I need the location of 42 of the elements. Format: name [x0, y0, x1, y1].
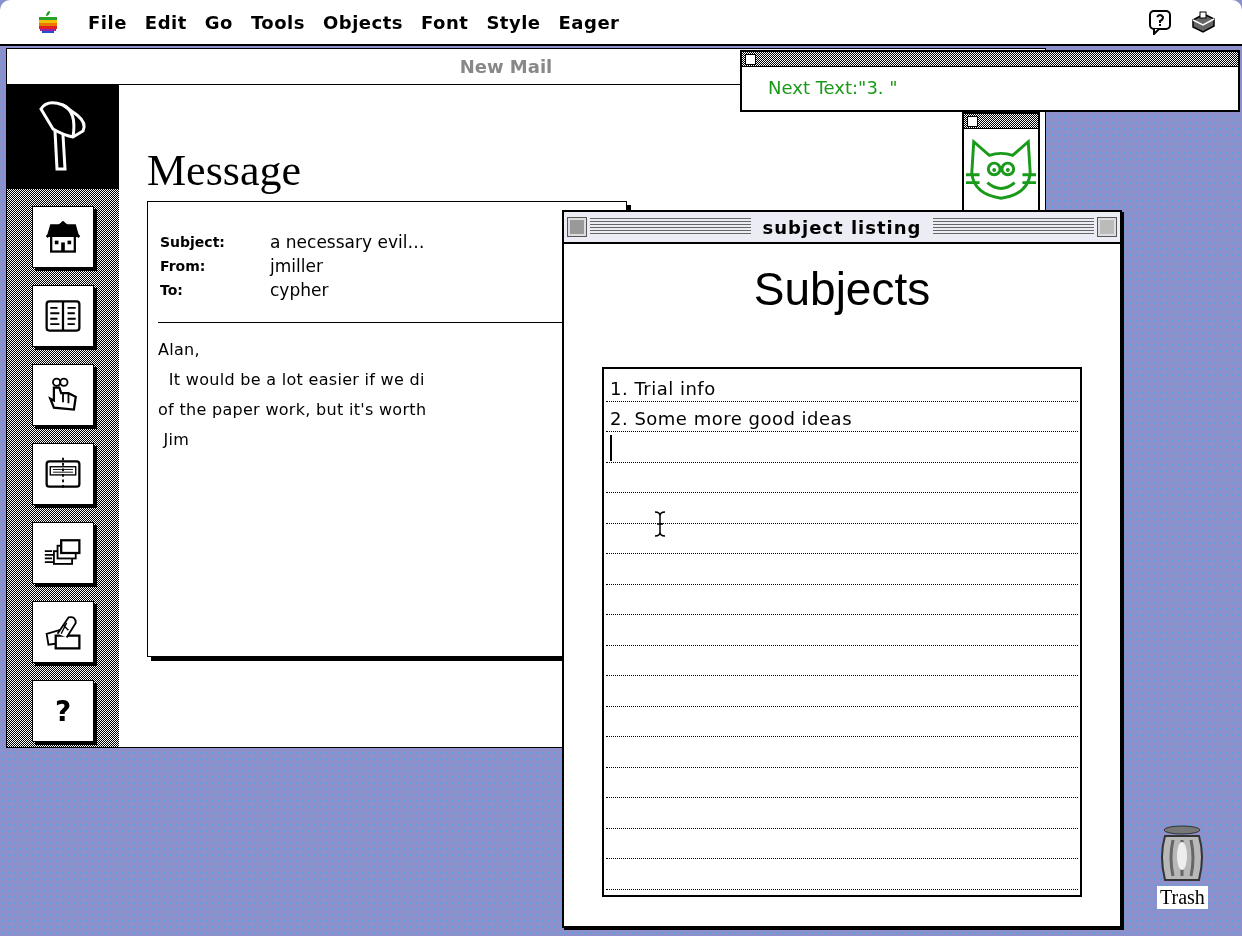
sidebar-button[interactable]: [32, 285, 94, 347]
menu-item[interactable]: Objects: [322, 11, 404, 33]
field-value: jmiller: [270, 256, 323, 276]
field-label: To:: [160, 282, 184, 298]
next-text-label: Next Text:"3. ": [767, 76, 899, 98]
message-text-line: It would be a lot easier if we di: [167, 369, 425, 391]
field-value: a necessary evil…: [270, 232, 425, 252]
title-bar-stripes[interactable]: [933, 218, 1094, 236]
message-text-line: of the paper work, but it's worth: [158, 399, 427, 421]
field-label: Subject:: [160, 234, 226, 250]
message-text-line: Jim: [161, 429, 190, 451]
trash-desktop-item[interactable]: Trash: [1157, 824, 1208, 909]
sidebar-button[interactable]: ?: [32, 680, 94, 742]
menu-item[interactable]: Tools: [250, 11, 305, 33]
close-box[interactable]: [745, 53, 756, 65]
sidebar-button[interactable]: [32, 601, 94, 663]
field-label: From:: [160, 258, 207, 274]
menu-item[interactable]: Font: [421, 11, 469, 33]
field-value: cypher: [270, 280, 329, 300]
help-icon[interactable]: [1148, 9, 1172, 35]
sidebar-button[interactable]: [32, 522, 94, 584]
sidebar-button[interactable]: [32, 206, 94, 268]
window-title: New Mail: [459, 56, 553, 77]
sidebar-button[interactable]: [32, 364, 94, 426]
menu-item[interactable]: Go: [204, 11, 233, 33]
menu-item[interactable]: Eager: [558, 11, 620, 33]
sidebar-button[interactable]: [7, 85, 119, 189]
menu-item[interactable]: Style: [486, 11, 541, 33]
subject-entry[interactable]: 1. Trial info: [610, 376, 716, 401]
message-heading: Message: [147, 145, 301, 197]
subjects-heading: Subjects: [752, 262, 932, 317]
window-title: subject listing: [761, 216, 923, 238]
menu-item[interactable]: File: [88, 11, 127, 33]
sidebar-button[interactable]: [32, 443, 94, 505]
application-icon[interactable]: [1190, 10, 1216, 34]
close-box[interactable]: [967, 115, 978, 127]
apple-logo-icon[interactable]: [38, 10, 58, 34]
title-bar-stripes[interactable]: [590, 218, 751, 236]
subject-entry[interactable]: 2. Some more good ideas: [610, 407, 853, 431]
trash-label: Trash: [1157, 886, 1208, 909]
message-text-line: Alan,: [158, 339, 200, 361]
menu-item[interactable]: Edit: [144, 11, 187, 33]
